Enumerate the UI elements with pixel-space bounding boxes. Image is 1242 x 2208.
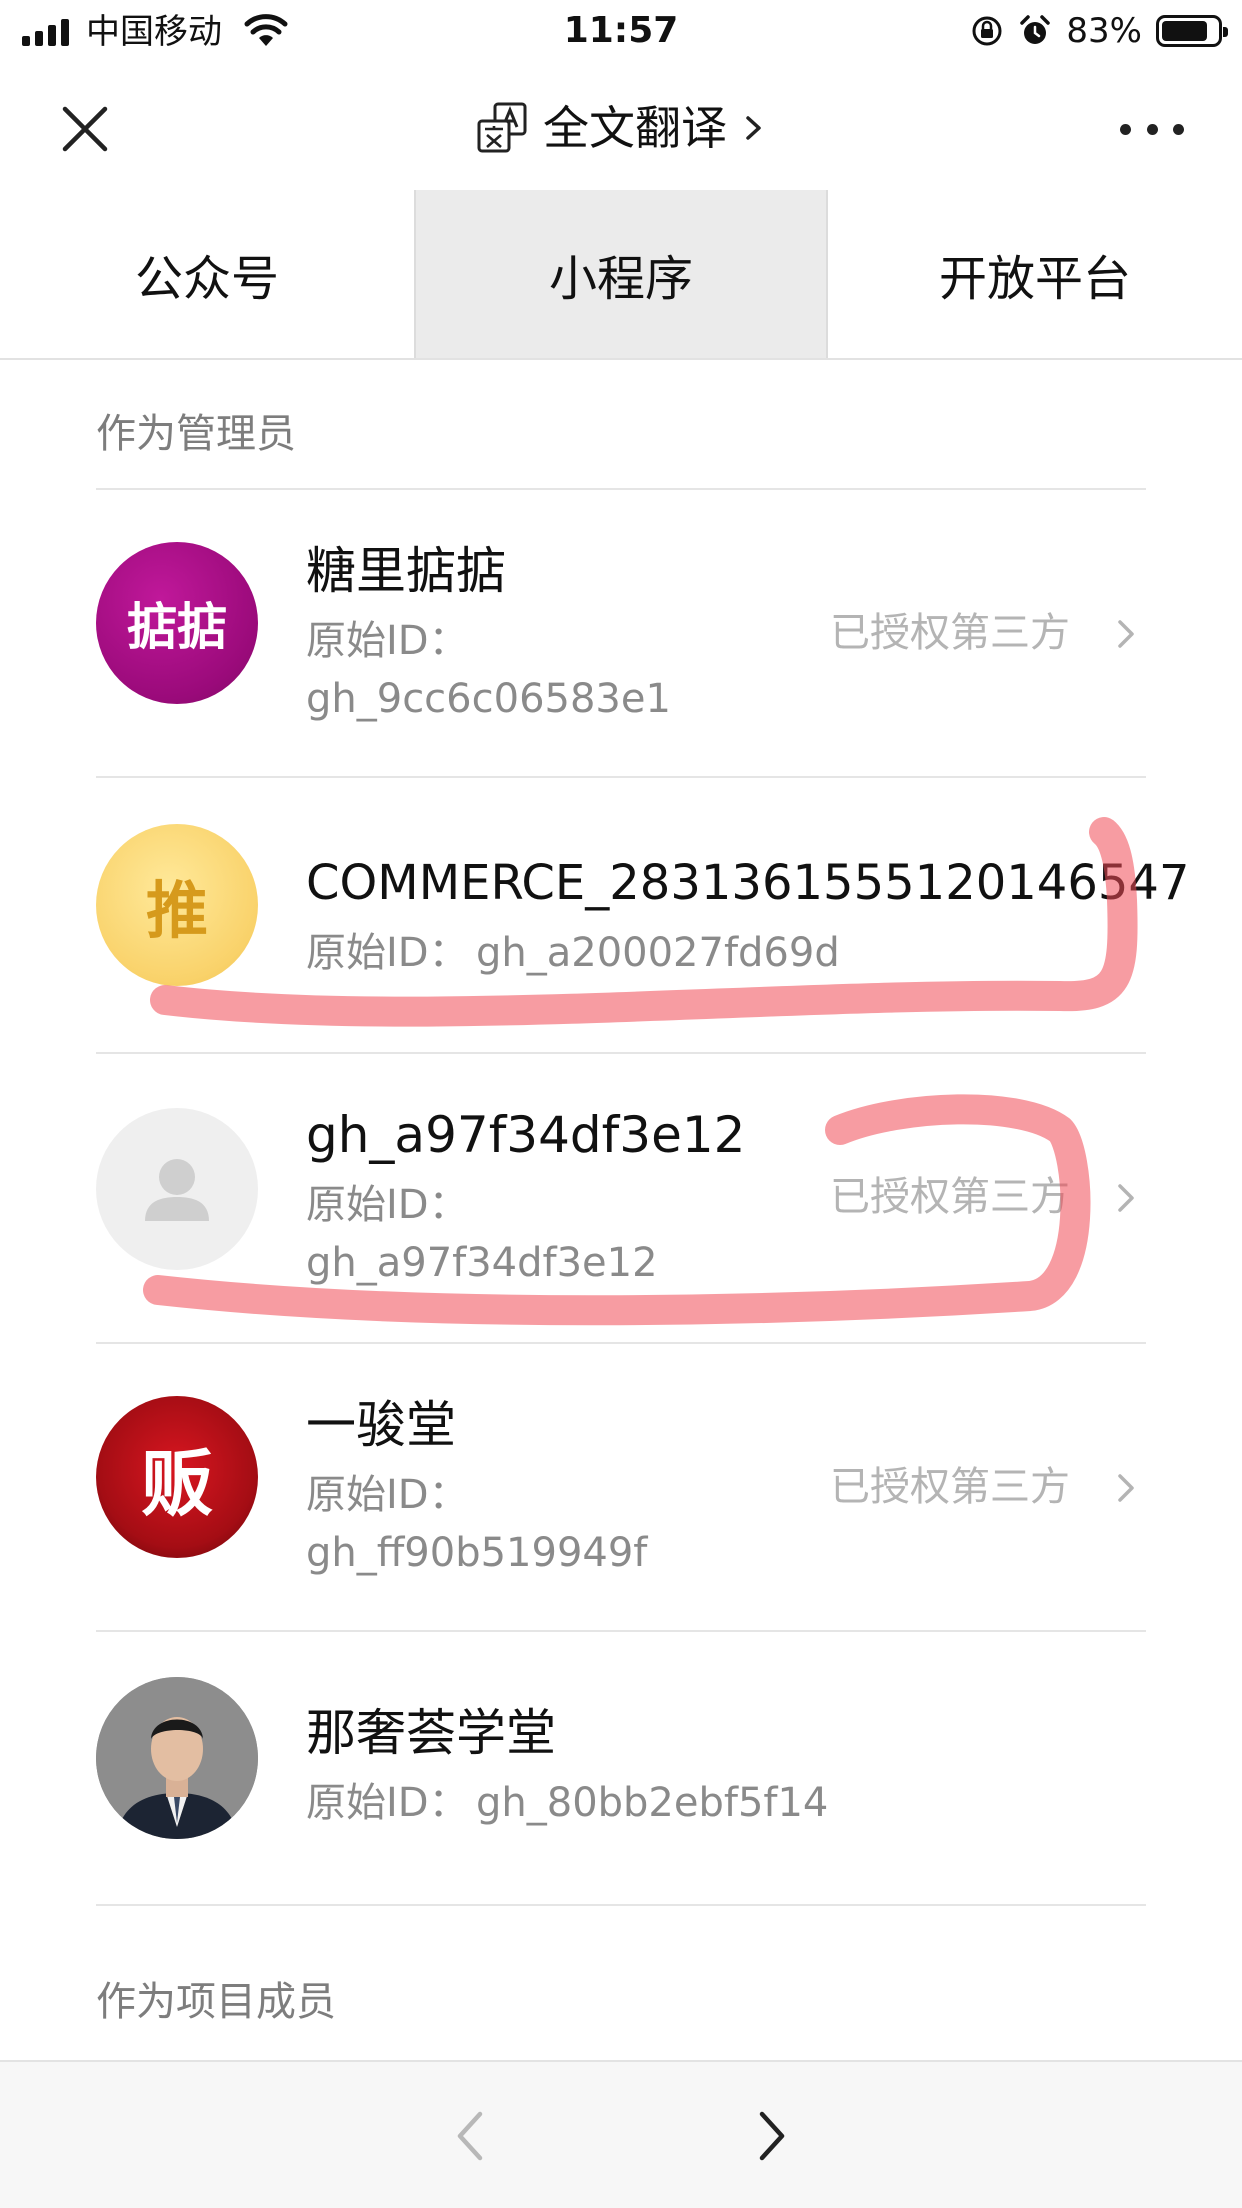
avatar-text: 掂掂 [127,598,227,656]
tab-bar: 公众号 小程序 开放平台 [0,190,1242,360]
chevron-right-icon [1118,620,1134,648]
default-avatar-icon [145,1159,209,1221]
nav-bar: 全文翻译 [0,64,1242,190]
item-id-label: 原始ID： [306,1780,469,1826]
bottom-toolbar [0,2060,1242,2208]
more-button[interactable] [1112,104,1192,154]
avatar [96,1677,258,1839]
avatar [96,1108,258,1270]
divider [96,1904,1146,1906]
chevron-right-icon [1118,1184,1134,1212]
chevron-right-icon [759,2111,785,2161]
item-id-value: gh_9cc6c06583e1 [306,676,671,722]
section-title-member: 作为项目成员 [96,1979,336,2025]
translate-title-button[interactable]: 全文翻译 [0,98,1242,158]
chevron-right-icon [746,116,761,140]
item-status: 已授权第三方 [830,1464,1070,1510]
status-bar: 中国移动 11:57 83% [0,0,1242,64]
avatar: 推 [96,824,258,986]
list-item[interactable]: 推 COMMERCE_283136155512014654​7 原始ID： gh… [96,778,1190,1052]
item-name: 那奢荟学堂 [306,1704,556,1762]
chevron-left-icon [457,2111,483,2161]
tab-mini-program[interactable]: 小程序 [414,190,828,358]
person-photo [96,1677,258,1839]
more-icon [1120,123,1131,135]
item-name: 一骏堂 [306,1396,456,1454]
list-item[interactable]: 那奢荟学堂 原始ID： gh_80bb2ebf5f14 [96,1632,1146,1904]
item-id-label: 原始ID： [306,1472,469,1518]
list-item[interactable]: 掂掂 糖里掂掂 原始ID： gh_9cc6c06583e1 已授权第三方 [96,490,1146,776]
list-item[interactable]: 贩 一骏堂 原始ID： gh_ff90b519949f 已授权第三方 [96,1344,1146,1630]
item-id-value: gh_a200027fd69d [476,930,840,976]
item-name: COMMERCE_283136155512014654​7 [306,855,1190,911]
item-id-label: 原始ID： [306,1182,469,1228]
status-right: 83% [970,8,1228,54]
avatar: 贩 [96,1396,258,1558]
translate-icon [477,102,527,153]
item-id-value: gh_80bb2ebf5f14 [476,1780,829,1826]
item-status: 已授权第三方 [830,1174,1070,1220]
battery-icon [1156,15,1228,47]
nav-title: 全文翻译 [543,101,727,155]
item-id-value: gh_a97f34df3e12 [306,1240,658,1286]
battery-level [1162,21,1207,41]
item-id-label: 原始ID： [306,618,469,664]
section-title-admin: 作为管理员 [96,411,296,457]
avatar-text: 贩 [140,1440,213,1526]
back-button[interactable] [440,2106,500,2166]
item-name: 糖里掂掂 [306,542,506,600]
battery-percent: 83% [1066,11,1142,51]
item-id-label: 原始ID： [306,930,469,976]
forward-button[interactable] [742,2106,802,2166]
item-name: gh_a97f34df3e12 [306,1106,746,1164]
tab-official-account[interactable]: 公众号 [0,190,414,358]
tab-open-platform[interactable]: 开放平台 [828,190,1242,358]
item-id-value: gh_ff90b519949f [306,1530,648,1576]
list-item[interactable]: gh_a97f34df3e12 原始ID： gh_a97f34df3e12 已授… [96,1054,1146,1342]
chevron-right-icon [1118,1474,1134,1502]
avatar: 掂掂 [96,542,258,704]
item-status: 已授权第三方 [830,610,1070,656]
orientation-lock-icon [972,16,1002,46]
alarm-icon [1020,15,1051,44]
avatar-text: 推 [145,874,208,947]
